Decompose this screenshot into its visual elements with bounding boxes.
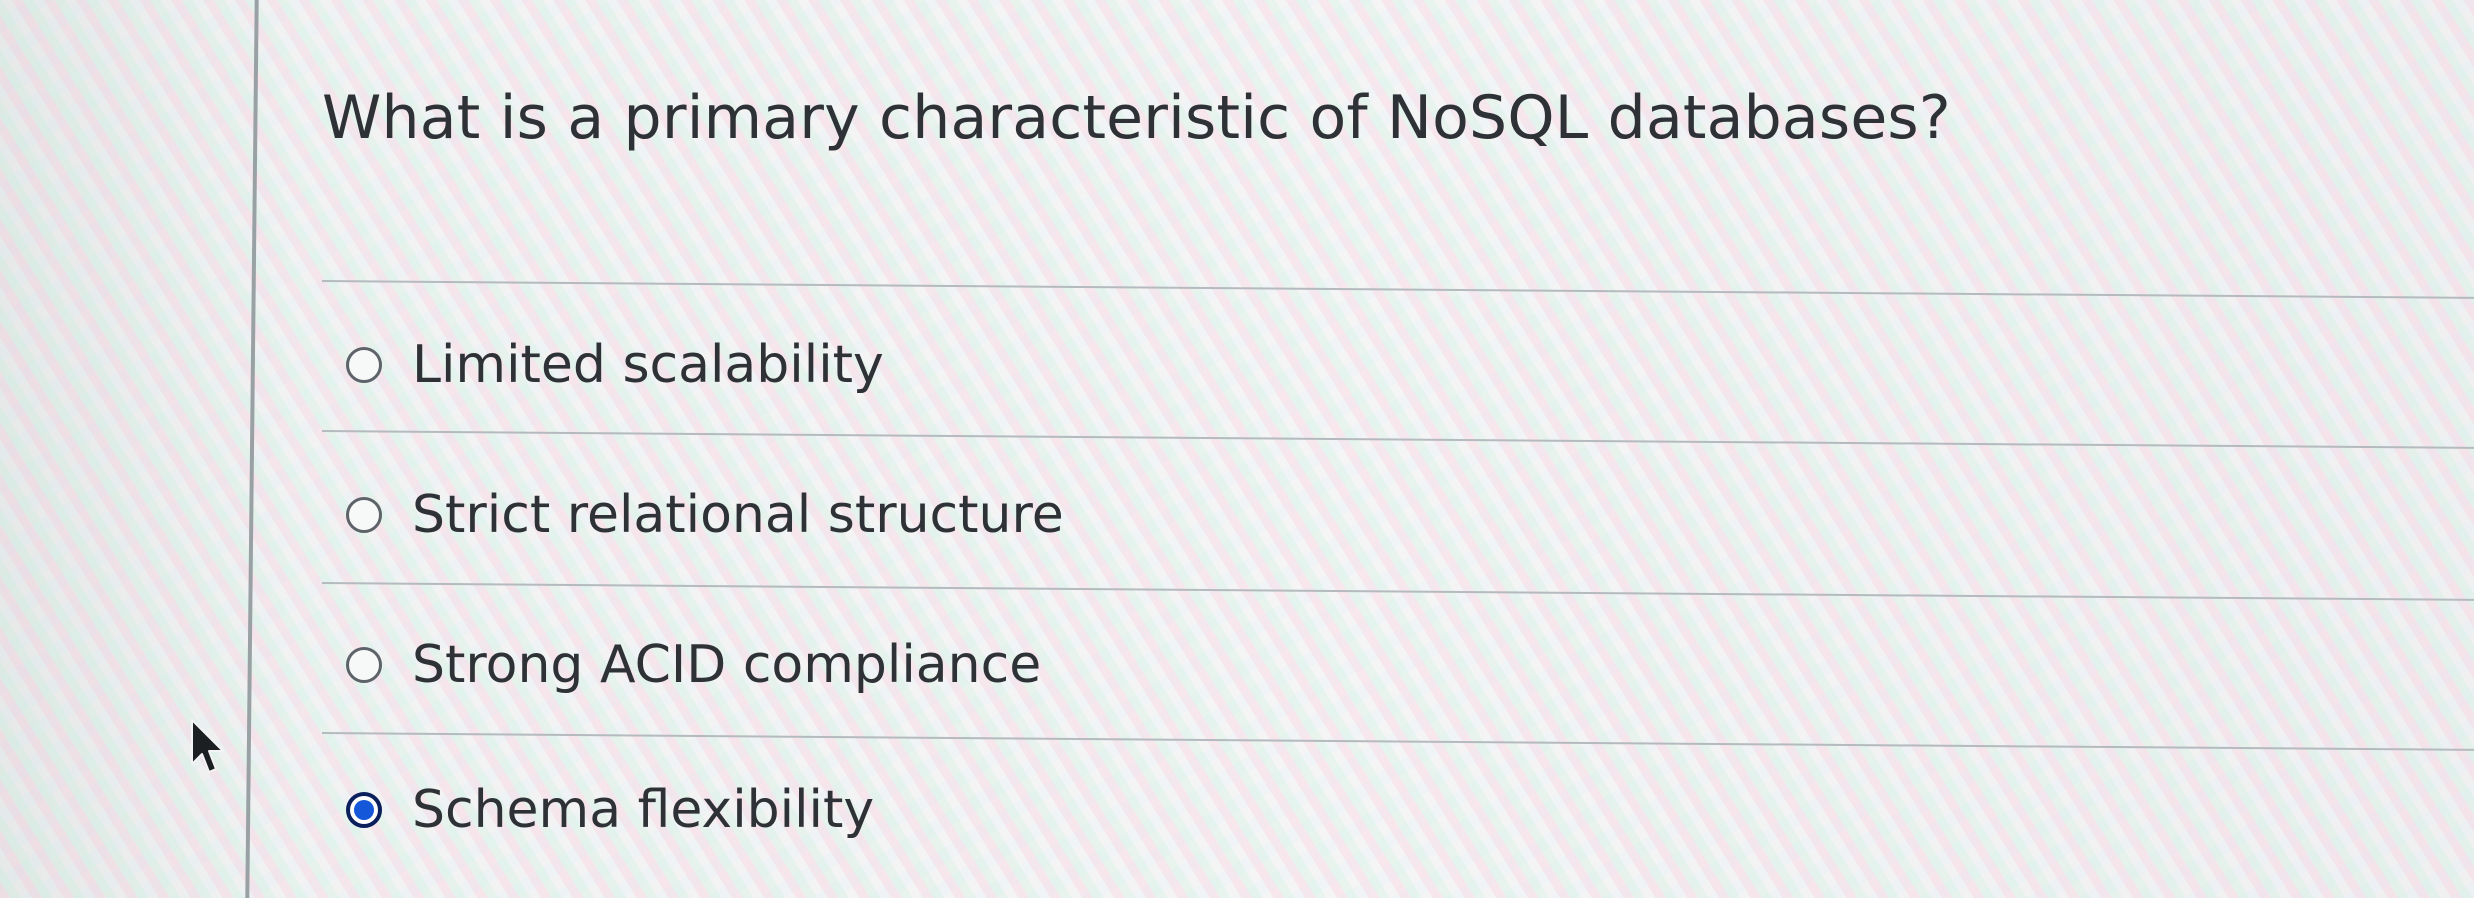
option-label: Strong ACID compliance — [412, 635, 1042, 695]
radio-button[interactable] — [346, 497, 382, 533]
option-limited-scalability[interactable]: Limited scalability — [346, 325, 884, 405]
mouse-pointer-icon — [191, 719, 224, 773]
radio-button[interactable] — [346, 647, 382, 683]
radio-button-selected[interactable] — [346, 792, 382, 828]
option-schema-flexibility[interactable]: Schema flexibility — [346, 770, 874, 850]
option-label: Strict relational structure — [412, 485, 1064, 545]
radio-button[interactable] — [346, 347, 382, 383]
option-label: Limited scalability — [412, 335, 884, 395]
question-text: What is a primary characteristic of NoSQ… — [322, 83, 1951, 153]
option-strict-relational-structure[interactable]: Strict relational structure — [346, 475, 1064, 555]
option-label: Schema flexibility — [412, 780, 875, 840]
option-strong-acid-compliance[interactable]: Strong ACID compliance — [346, 625, 1041, 705]
